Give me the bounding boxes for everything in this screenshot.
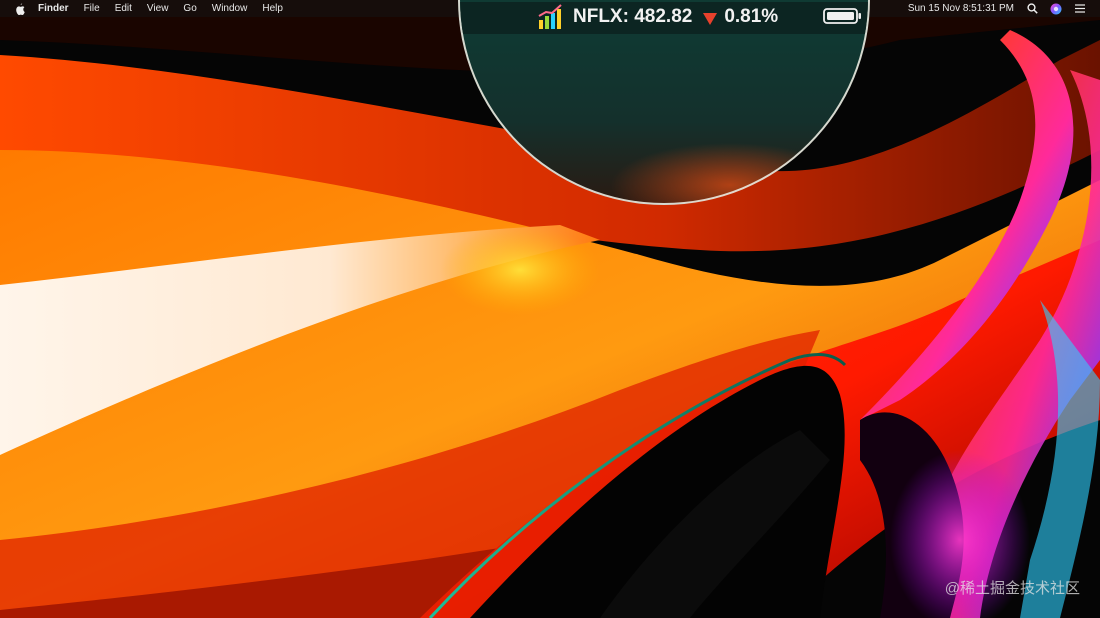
menu-window[interactable]: Window (212, 3, 248, 14)
menu-help[interactable]: Help (262, 3, 283, 14)
battery-icon[interactable] (823, 8, 863, 24)
control-menu-icon[interactable] (1074, 3, 1086, 15)
menu-file[interactable]: File (84, 3, 100, 14)
stock-ticker-label: NFLX: 482.82 (573, 6, 693, 27)
apple-icon[interactable] (14, 3, 26, 15)
down-arrow-icon (702, 10, 718, 25)
menu-edit[interactable]: Edit (115, 3, 132, 14)
stock-ticker-widget[interactable]: NFLX: 482.82 0.81% (537, 3, 778, 31)
siri-icon[interactable] (1050, 3, 1062, 15)
menu-view[interactable]: View (147, 3, 169, 14)
menu-app-name[interactable]: Finder (38, 3, 69, 14)
menu-go[interactable]: Go (183, 3, 196, 14)
stock-change-percent: 0.81% (724, 6, 779, 27)
search-icon[interactable] (1026, 3, 1038, 15)
menubar-clock[interactable]: Sun 15 Nov 8:51:31 PM (908, 3, 1014, 14)
stock-chart-icon (537, 4, 565, 30)
watermark-text: @稀土掘金技术社区 (944, 580, 1080, 597)
